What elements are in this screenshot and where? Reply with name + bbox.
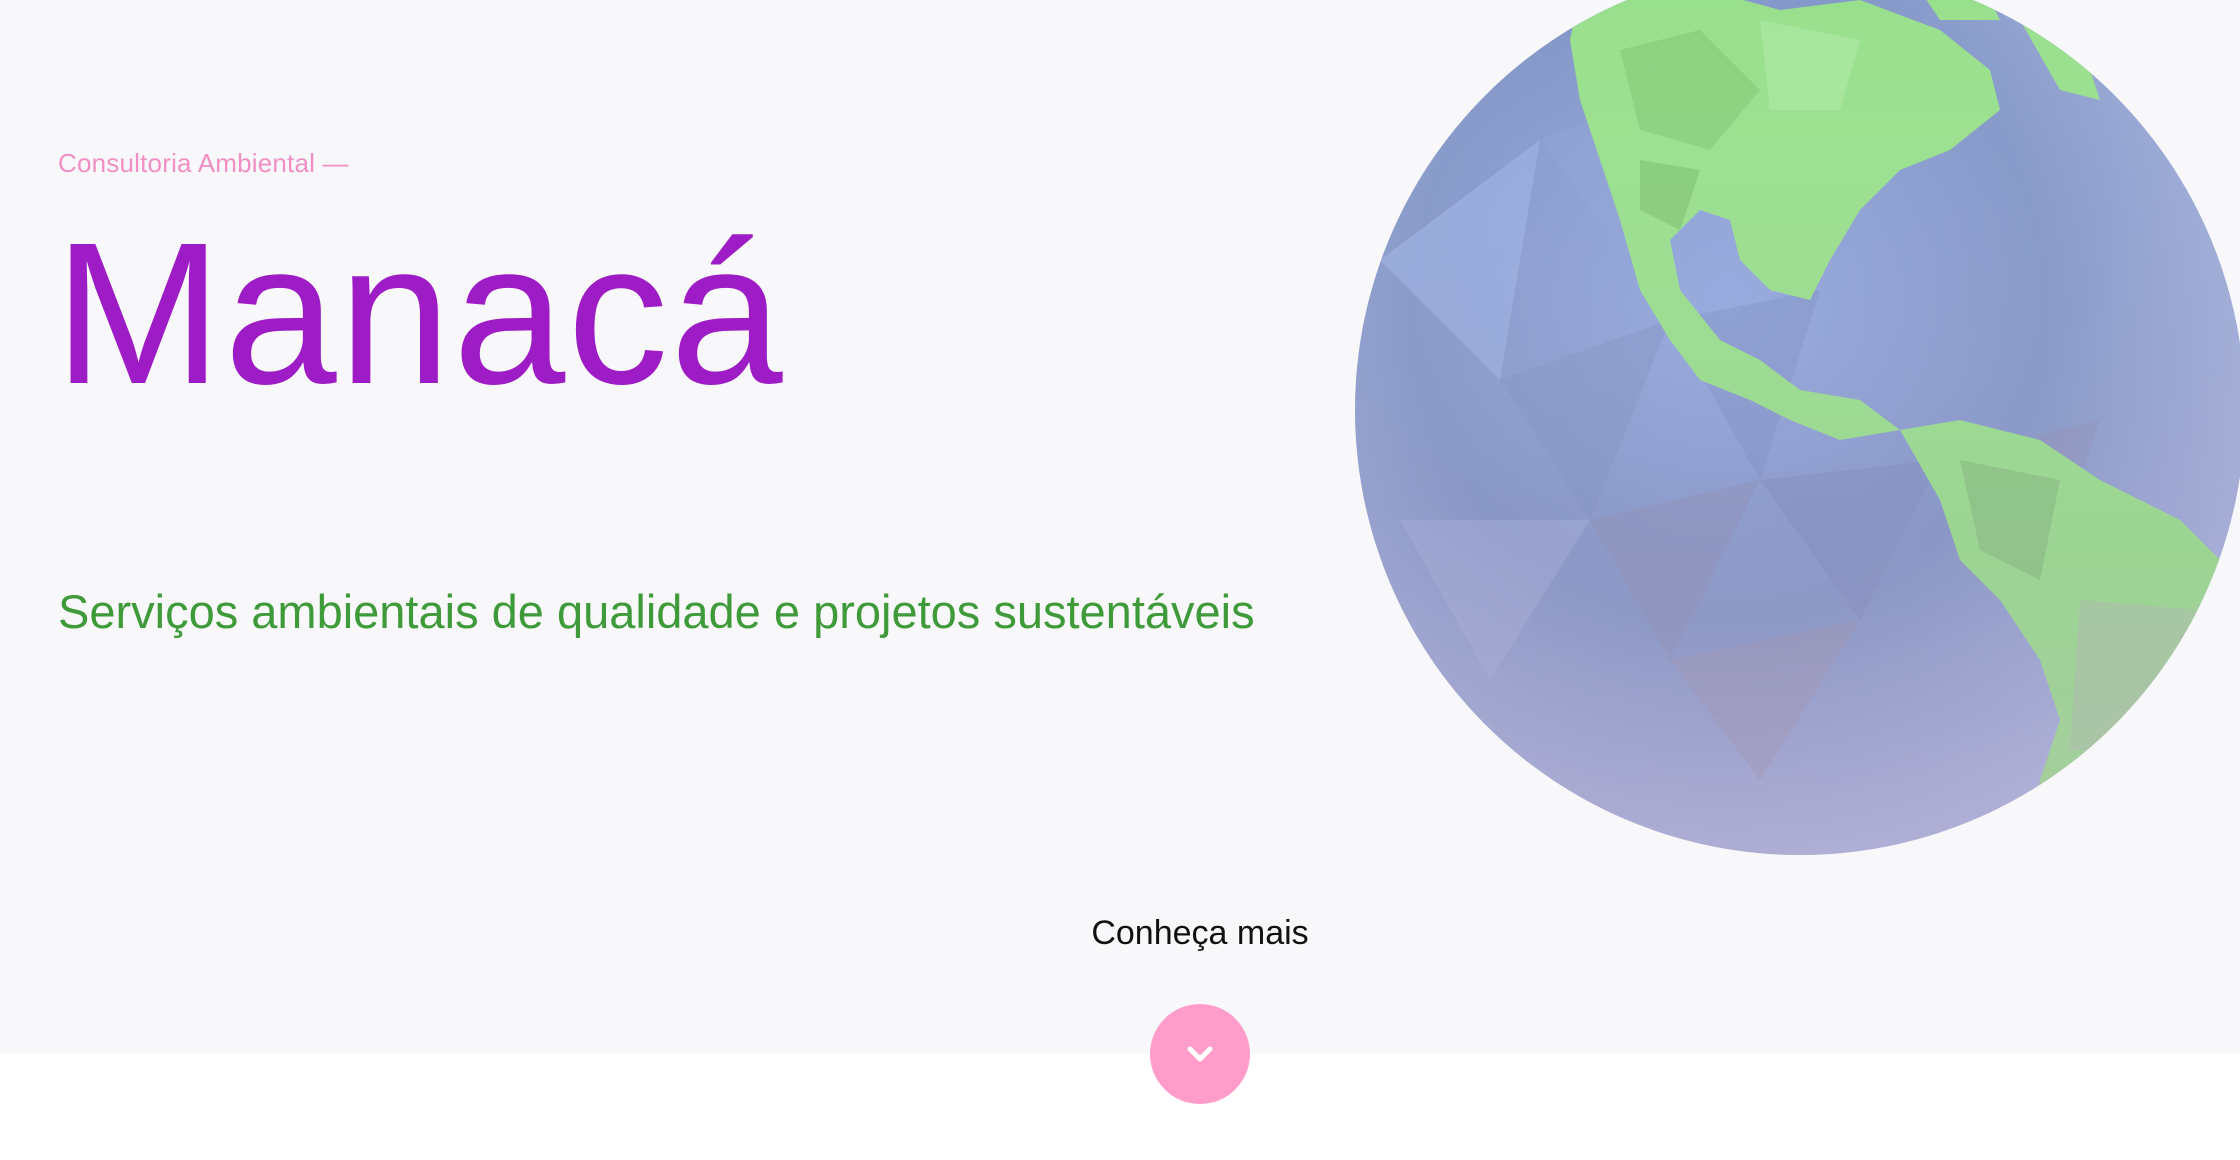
hero-section: Consultoria Ambiental — Manacá Serviços … bbox=[0, 0, 2240, 1053]
tagline-text: Serviços ambientais de qualidade e proje… bbox=[58, 585, 1255, 638]
eyebrow-text: Consultoria Ambiental — bbox=[58, 148, 349, 178]
chevron-down-icon bbox=[1187, 1046, 1213, 1062]
learn-more-label[interactable]: Conheça mais bbox=[1040, 914, 1360, 953]
brand-title: Manacá bbox=[54, 200, 785, 426]
globe-illustration bbox=[1355, 0, 2240, 855]
scroll-down-button[interactable] bbox=[1150, 1004, 1250, 1104]
